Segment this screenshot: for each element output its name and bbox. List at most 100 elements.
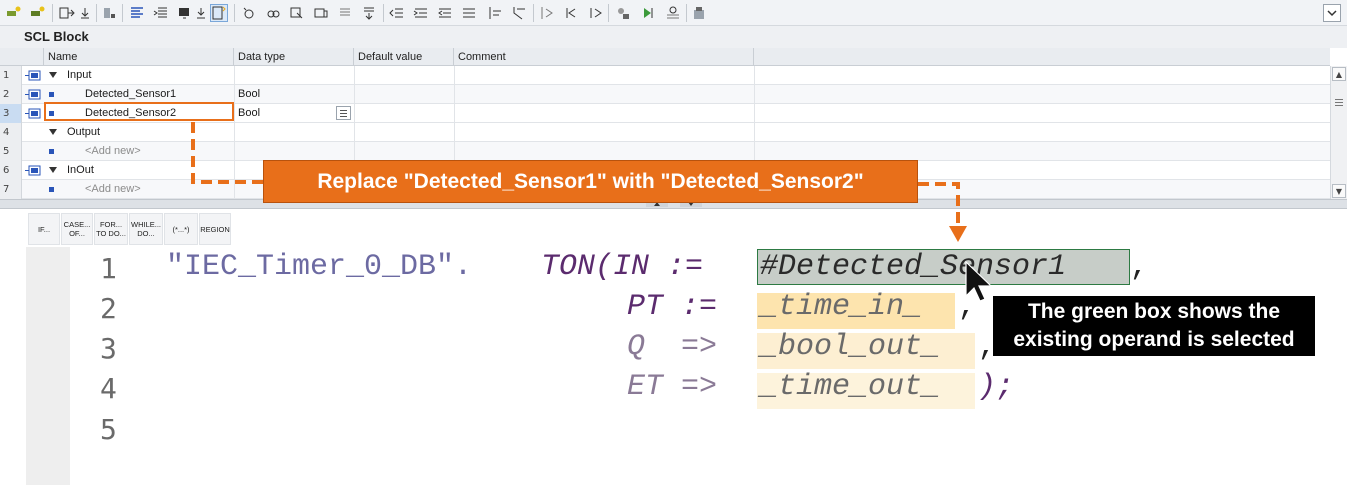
indent-icon[interactable] <box>412 4 430 22</box>
separator: , <box>958 290 977 324</box>
if-instruction-button[interactable]: IF... <box>28 213 60 245</box>
collapse-icon[interactable] <box>49 72 57 78</box>
row-number: 1 <box>0 66 22 85</box>
timer-db-name: "IEC_Timer_0_DB". <box>166 250 473 284</box>
replace-callout: Replace "Detected_Sensor1" with "Detecte… <box>263 160 918 203</box>
toggle-icon[interactable] <box>460 4 478 22</box>
step-over-icon[interactable] <box>664 4 682 22</box>
collapse-icon[interactable] <box>49 129 57 135</box>
region-instruction-button[interactable]: REGION <box>199 213 231 245</box>
step-icon[interactable] <box>640 4 658 22</box>
line-number: 5 <box>100 413 117 446</box>
scroll-grip-icon[interactable] <box>1335 99 1343 108</box>
expand-toolbar-icon[interactable] <box>1323 4 1341 22</box>
scroll-down-icon[interactable]: ▼ <box>1332 184 1346 198</box>
insert-network-icon[interactable] <box>4 4 22 22</box>
for-instruction-button[interactable]: FOR... TO DO... <box>94 213 128 245</box>
column-default-value[interactable]: Default value <box>354 48 454 66</box>
data-type-picker-button[interactable] <box>336 106 351 120</box>
line-number: 1 <box>100 252 117 285</box>
green-box-note-line1: The green box shows the <box>1027 300 1281 323</box>
column-comment[interactable]: Comment <box>454 48 754 66</box>
variable-icon <box>49 187 54 192</box>
column-name[interactable]: Name <box>44 48 234 66</box>
monitor-icon[interactable] <box>264 4 282 22</box>
row-number: 7 <box>0 180 22 199</box>
variable-icon <box>49 92 54 97</box>
comment-block-button[interactable]: (*...*) <box>164 213 198 245</box>
collapse-icon[interactable] <box>510 4 528 22</box>
table-row[interactable]: 1 Input <box>0 66 1330 85</box>
comment-icon[interactable] <box>336 4 354 22</box>
memory-icon[interactable] <box>312 4 330 22</box>
editor-toolbar <box>0 0 1347 26</box>
add-new-entry[interactable]: <Add new> <box>85 180 141 199</box>
scroll-up-icon[interactable]: ▲ <box>1332 67 1346 81</box>
scl-code-editor[interactable]: 1 2 3 4 5 "IEC_Timer_0_DB". TON(IN := #D… <box>0 247 1347 485</box>
row-number: 3 <box>0 104 22 123</box>
closing-paren: ); <box>978 370 1015 404</box>
input-pin-icon <box>25 108 41 119</box>
variable-type[interactable]: Bool <box>238 104 260 123</box>
pt-param: PT := <box>627 290 718 324</box>
operand-time-out[interactable]: _time_out_ <box>760 367 940 407</box>
open-branch-icon[interactable] <box>100 4 118 22</box>
bookmark-icon[interactable] <box>538 4 556 22</box>
green-box-note-line2: existing operand is selected <box>1013 328 1295 351</box>
expand-icon[interactable] <box>486 4 504 22</box>
column-data-type[interactable]: Data type <box>234 48 354 66</box>
row-number: 6 <box>0 161 22 180</box>
collapse-icon[interactable] <box>49 167 57 173</box>
breakpoint-icon[interactable] <box>614 4 632 22</box>
variable-type[interactable]: Bool <box>238 85 260 104</box>
highlight-frame <box>44 102 234 121</box>
indent-icon[interactable] <box>152 4 170 22</box>
variable-icon <box>49 149 54 154</box>
memory-icon[interactable] <box>690 4 708 22</box>
while-instruction-button[interactable]: WHILE... DO... <box>129 213 163 245</box>
table-row[interactable]: 4 Output <box>0 123 1330 142</box>
interface-table-header: Name Data type Default value Comment <box>0 48 1330 66</box>
et-param: ET => <box>627 370 718 404</box>
add-new-entry[interactable]: <Add new> <box>85 142 141 161</box>
outdent-icon[interactable] <box>388 4 406 22</box>
download-icon[interactable] <box>192 4 210 22</box>
download-icon[interactable] <box>76 4 94 22</box>
compare-icon[interactable] <box>288 4 306 22</box>
previous-bookmark-icon[interactable] <box>562 4 580 22</box>
operand-detected-sensor1[interactable]: #Detected_Sensor1 <box>760 247 1066 287</box>
row-number: 5 <box>0 142 22 161</box>
outdent-icon[interactable] <box>436 4 454 22</box>
scl-instruction-bar: IF... CASE... OF... FOR... TO DO... WHIL… <box>0 209 1347 247</box>
green-box-note: The green box shows the existing operand… <box>993 296 1315 356</box>
line-number: 4 <box>100 372 117 405</box>
insert-output-icon[interactable] <box>58 4 76 22</box>
case-instruction-button[interactable]: CASE... OF... <box>61 213 93 245</box>
input-pin-icon <box>25 70 41 81</box>
q-param: Q => <box>627 330 718 364</box>
section-name: Output <box>67 126 101 138</box>
insert-network-icon[interactable] <box>28 4 46 22</box>
block-title-bar: SCL Block <box>0 26 1347 48</box>
next-bookmark-icon[interactable] <box>586 4 604 22</box>
line-number: 2 <box>100 292 117 325</box>
uncomment-icon[interactable] <box>360 4 378 22</box>
section-name: Input <box>67 69 92 81</box>
absolute-operand-icon[interactable] <box>210 4 228 22</box>
operand-bool-out[interactable]: _bool_out_ <box>760 327 940 367</box>
table-row[interactable]: 5 <Add new> <box>0 142 1330 161</box>
input-pin-icon <box>25 89 41 100</box>
inout-pin-icon <box>25 165 41 176</box>
row-number: 2 <box>0 85 22 104</box>
separator: , <box>1130 250 1149 284</box>
watch-icon[interactable] <box>240 4 258 22</box>
block-title: SCL Block <box>24 29 89 44</box>
table-scrollbar[interactable]: ▲ ▼ <box>1330 66 1347 199</box>
ton-call: TON(IN := <box>541 250 704 284</box>
line-number: 3 <box>100 332 117 365</box>
editor-gutter <box>26 247 70 485</box>
row-number: 4 <box>0 123 22 142</box>
list-icon[interactable] <box>128 4 146 22</box>
section-name: InOut <box>67 164 94 176</box>
operand-time-in[interactable]: _time_in_ <box>760 287 922 327</box>
